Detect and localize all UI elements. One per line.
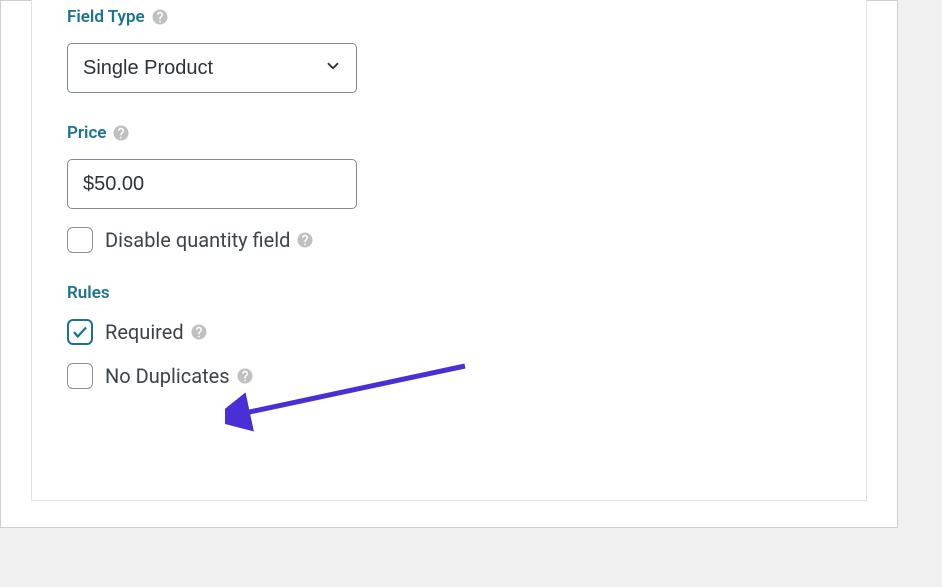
required-checkbox[interactable] [67, 319, 93, 345]
help-icon[interactable] [236, 367, 254, 385]
help-icon[interactable] [151, 8, 169, 26]
disable-quantity-label-text: Disable quantity field [105, 228, 290, 252]
disable-quantity-row: Disable quantity field [67, 227, 831, 253]
help-icon[interactable] [190, 323, 208, 341]
required-row: Required [67, 319, 831, 345]
rules-label-text: Rules [67, 283, 110, 303]
rules-label: Rules [67, 283, 831, 303]
price-label-text: Price [67, 123, 106, 143]
field-type-select-wrap: Single Product [67, 43, 357, 93]
help-icon[interactable] [296, 231, 314, 249]
help-icon[interactable] [112, 124, 130, 142]
field-type-label: Field Type [67, 7, 831, 27]
required-label-text: Required [105, 320, 184, 344]
settings-inner-panel: Field Type Single Product Price Disable … [31, 0, 867, 501]
disable-quantity-label: Disable quantity field [105, 228, 314, 252]
no-duplicates-row: No Duplicates [67, 363, 831, 389]
field-type-label-text: Field Type [67, 7, 145, 27]
no-duplicates-label-text: No Duplicates [105, 364, 230, 388]
price-input[interactable] [67, 159, 357, 209]
settings-outer-panel: Field Type Single Product Price Disable … [0, 0, 898, 528]
required-label: Required [105, 320, 208, 344]
no-duplicates-label: No Duplicates [105, 364, 254, 388]
disable-quantity-checkbox[interactable] [67, 227, 93, 253]
no-duplicates-checkbox[interactable] [67, 363, 93, 389]
price-label: Price [67, 123, 831, 143]
field-type-select[interactable]: Single Product [67, 43, 357, 93]
